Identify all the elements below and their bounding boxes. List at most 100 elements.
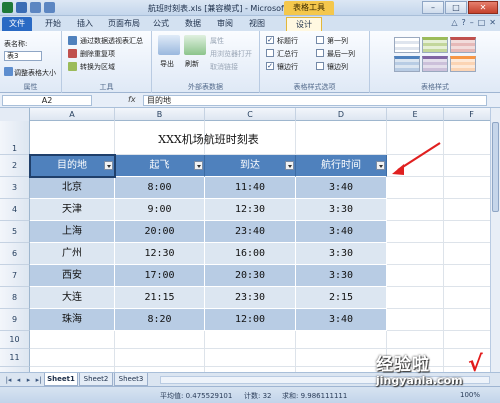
- banded-columns-checkbox[interactable]: [316, 62, 324, 70]
- table-style-swatch-4[interactable]: [394, 56, 420, 72]
- help-icon[interactable]: ?: [461, 18, 465, 27]
- minimize-button[interactable]: –: [422, 1, 444, 14]
- formula-input[interactable]: 目的地: [143, 95, 487, 106]
- convert-to-range-button[interactable]: 转换为区域: [80, 62, 115, 72]
- empty-cell[interactable]: [387, 177, 444, 199]
- column-header[interactable]: B: [115, 108, 205, 121]
- table-header-cell[interactable]: 航行时间: [296, 155, 387, 177]
- table-cell[interactable]: 9:00: [115, 199, 205, 221]
- tab-insert[interactable]: 插入: [72, 17, 98, 31]
- refresh-button[interactable]: 刷新: [185, 59, 199, 69]
- table-cell[interactable]: 17:00: [115, 265, 205, 287]
- table-header-cell[interactable]: 起飞: [115, 155, 205, 177]
- tab-data[interactable]: 数据: [180, 17, 206, 31]
- first-column-checkbox[interactable]: [316, 36, 324, 44]
- workbook-restore-icon[interactable]: □: [478, 18, 486, 27]
- table-cell[interactable]: 23:30: [205, 287, 296, 309]
- empty-cell[interactable]: [387, 243, 444, 265]
- empty-cell[interactable]: [115, 331, 205, 349]
- unlink-button[interactable]: 取消链接: [210, 62, 238, 72]
- sheet-tab-3[interactable]: Sheet3: [114, 373, 148, 386]
- empty-cell[interactable]: [205, 331, 296, 349]
- row-header[interactable]: 5: [0, 221, 30, 243]
- empty-cell[interactable]: [30, 349, 115, 367]
- empty-cell[interactable]: [387, 199, 444, 221]
- workbook-close-icon[interactable]: ✕: [489, 18, 496, 27]
- table-cell[interactable]: 12:30: [115, 243, 205, 265]
- table-header-cell[interactable]: 目的地: [30, 155, 115, 177]
- column-header[interactable]: A: [30, 108, 115, 121]
- table-cell[interactable]: 3:30: [296, 265, 387, 287]
- row-header[interactable]: 10: [0, 331, 30, 349]
- table-cell[interactable]: 12:00: [205, 309, 296, 331]
- column-header[interactable]: E: [387, 108, 444, 121]
- table-cell[interactable]: 珠海: [30, 309, 115, 331]
- empty-cell[interactable]: [205, 349, 296, 367]
- tab-view[interactable]: 视图: [244, 17, 270, 31]
- table-cell[interactable]: 20:30: [205, 265, 296, 287]
- empty-cell[interactable]: [387, 331, 444, 349]
- table-cell[interactable]: 3:40: [296, 221, 387, 243]
- filter-dropdown-icon[interactable]: [376, 161, 385, 170]
- header-row-checkbox[interactable]: ✓: [266, 36, 274, 44]
- filter-dropdown-icon[interactable]: [285, 161, 294, 170]
- empty-cell[interactable]: [387, 221, 444, 243]
- sheet-title[interactable]: XXX机场航班时刻表: [30, 131, 387, 147]
- row-header[interactable]: 4: [0, 199, 30, 221]
- table-cell[interactable]: 西安: [30, 265, 115, 287]
- external-properties-button[interactable]: 属性: [210, 36, 224, 46]
- banded-rows-checkbox[interactable]: ✓: [266, 62, 274, 70]
- empty-cell[interactable]: [387, 265, 444, 287]
- undo-icon[interactable]: [30, 2, 41, 13]
- table-cell[interactable]: 21:15: [115, 287, 205, 309]
- pivot-summary-button[interactable]: 通过数据透视表汇总: [80, 36, 143, 46]
- table-cell[interactable]: 3:30: [296, 243, 387, 265]
- tab-page-layout[interactable]: 页面布局: [104, 17, 144, 31]
- filter-dropdown-icon[interactable]: [104, 161, 113, 170]
- close-button[interactable]: ✕: [468, 1, 498, 14]
- row-header[interactable]: 2: [0, 155, 30, 177]
- resize-table-button[interactable]: 调整表格大小: [14, 68, 56, 78]
- tab-formulas[interactable]: 公式: [148, 17, 174, 31]
- empty-cell[interactable]: [115, 349, 205, 367]
- table-name-input[interactable]: 表3: [4, 51, 42, 61]
- column-header[interactable]: C: [205, 108, 296, 121]
- tab-home[interactable]: 开始: [40, 17, 66, 31]
- last-sheet-icon[interactable]: ▸|: [34, 375, 43, 385]
- table-style-swatch-1[interactable]: [394, 37, 420, 53]
- table-cell[interactable]: 大连: [30, 287, 115, 309]
- prev-sheet-icon[interactable]: ◂: [14, 375, 23, 385]
- empty-cell[interactable]: [296, 331, 387, 349]
- minimize-ribbon-icon[interactable]: △: [451, 18, 457, 27]
- empty-cell[interactable]: [30, 331, 115, 349]
- filter-dropdown-icon[interactable]: [194, 161, 203, 170]
- table-cell[interactable]: 3:40: [296, 309, 387, 331]
- table-cell[interactable]: 2:15: [296, 287, 387, 309]
- empty-cell[interactable]: [387, 309, 444, 331]
- workbook-minimize-icon[interactable]: –: [470, 18, 474, 27]
- table-cell[interactable]: 8:00: [115, 177, 205, 199]
- empty-cell[interactable]: [387, 287, 444, 309]
- vertical-scroll-thumb[interactable]: [492, 122, 499, 212]
- export-button[interactable]: 导出: [160, 59, 174, 69]
- table-cell[interactable]: 8:20: [115, 309, 205, 331]
- empty-cell[interactable]: [296, 349, 387, 367]
- next-sheet-icon[interactable]: ▸: [24, 375, 33, 385]
- select-all-corner[interactable]: [0, 108, 30, 121]
- table-cell[interactable]: 20:00: [115, 221, 205, 243]
- table-cell[interactable]: 3:30: [296, 199, 387, 221]
- last-column-checkbox[interactable]: [316, 49, 324, 57]
- table-cell[interactable]: 上海: [30, 221, 115, 243]
- column-header[interactable]: D: [296, 108, 387, 121]
- maximize-button[interactable]: □: [445, 1, 467, 14]
- save-icon[interactable]: [16, 2, 27, 13]
- row-header[interactable]: 11: [0, 349, 30, 367]
- table-cell[interactable]: 16:00: [205, 243, 296, 265]
- table-style-swatch-5[interactable]: [422, 56, 448, 72]
- tab-design[interactable]: 设计: [286, 17, 322, 31]
- name-box[interactable]: A2: [2, 95, 92, 106]
- redo-icon[interactable]: [44, 2, 55, 13]
- open-in-browser-button[interactable]: 用浏览器打开: [210, 49, 252, 59]
- row-header[interactable]: 8: [0, 287, 30, 309]
- row-header[interactable]: 6: [0, 243, 30, 265]
